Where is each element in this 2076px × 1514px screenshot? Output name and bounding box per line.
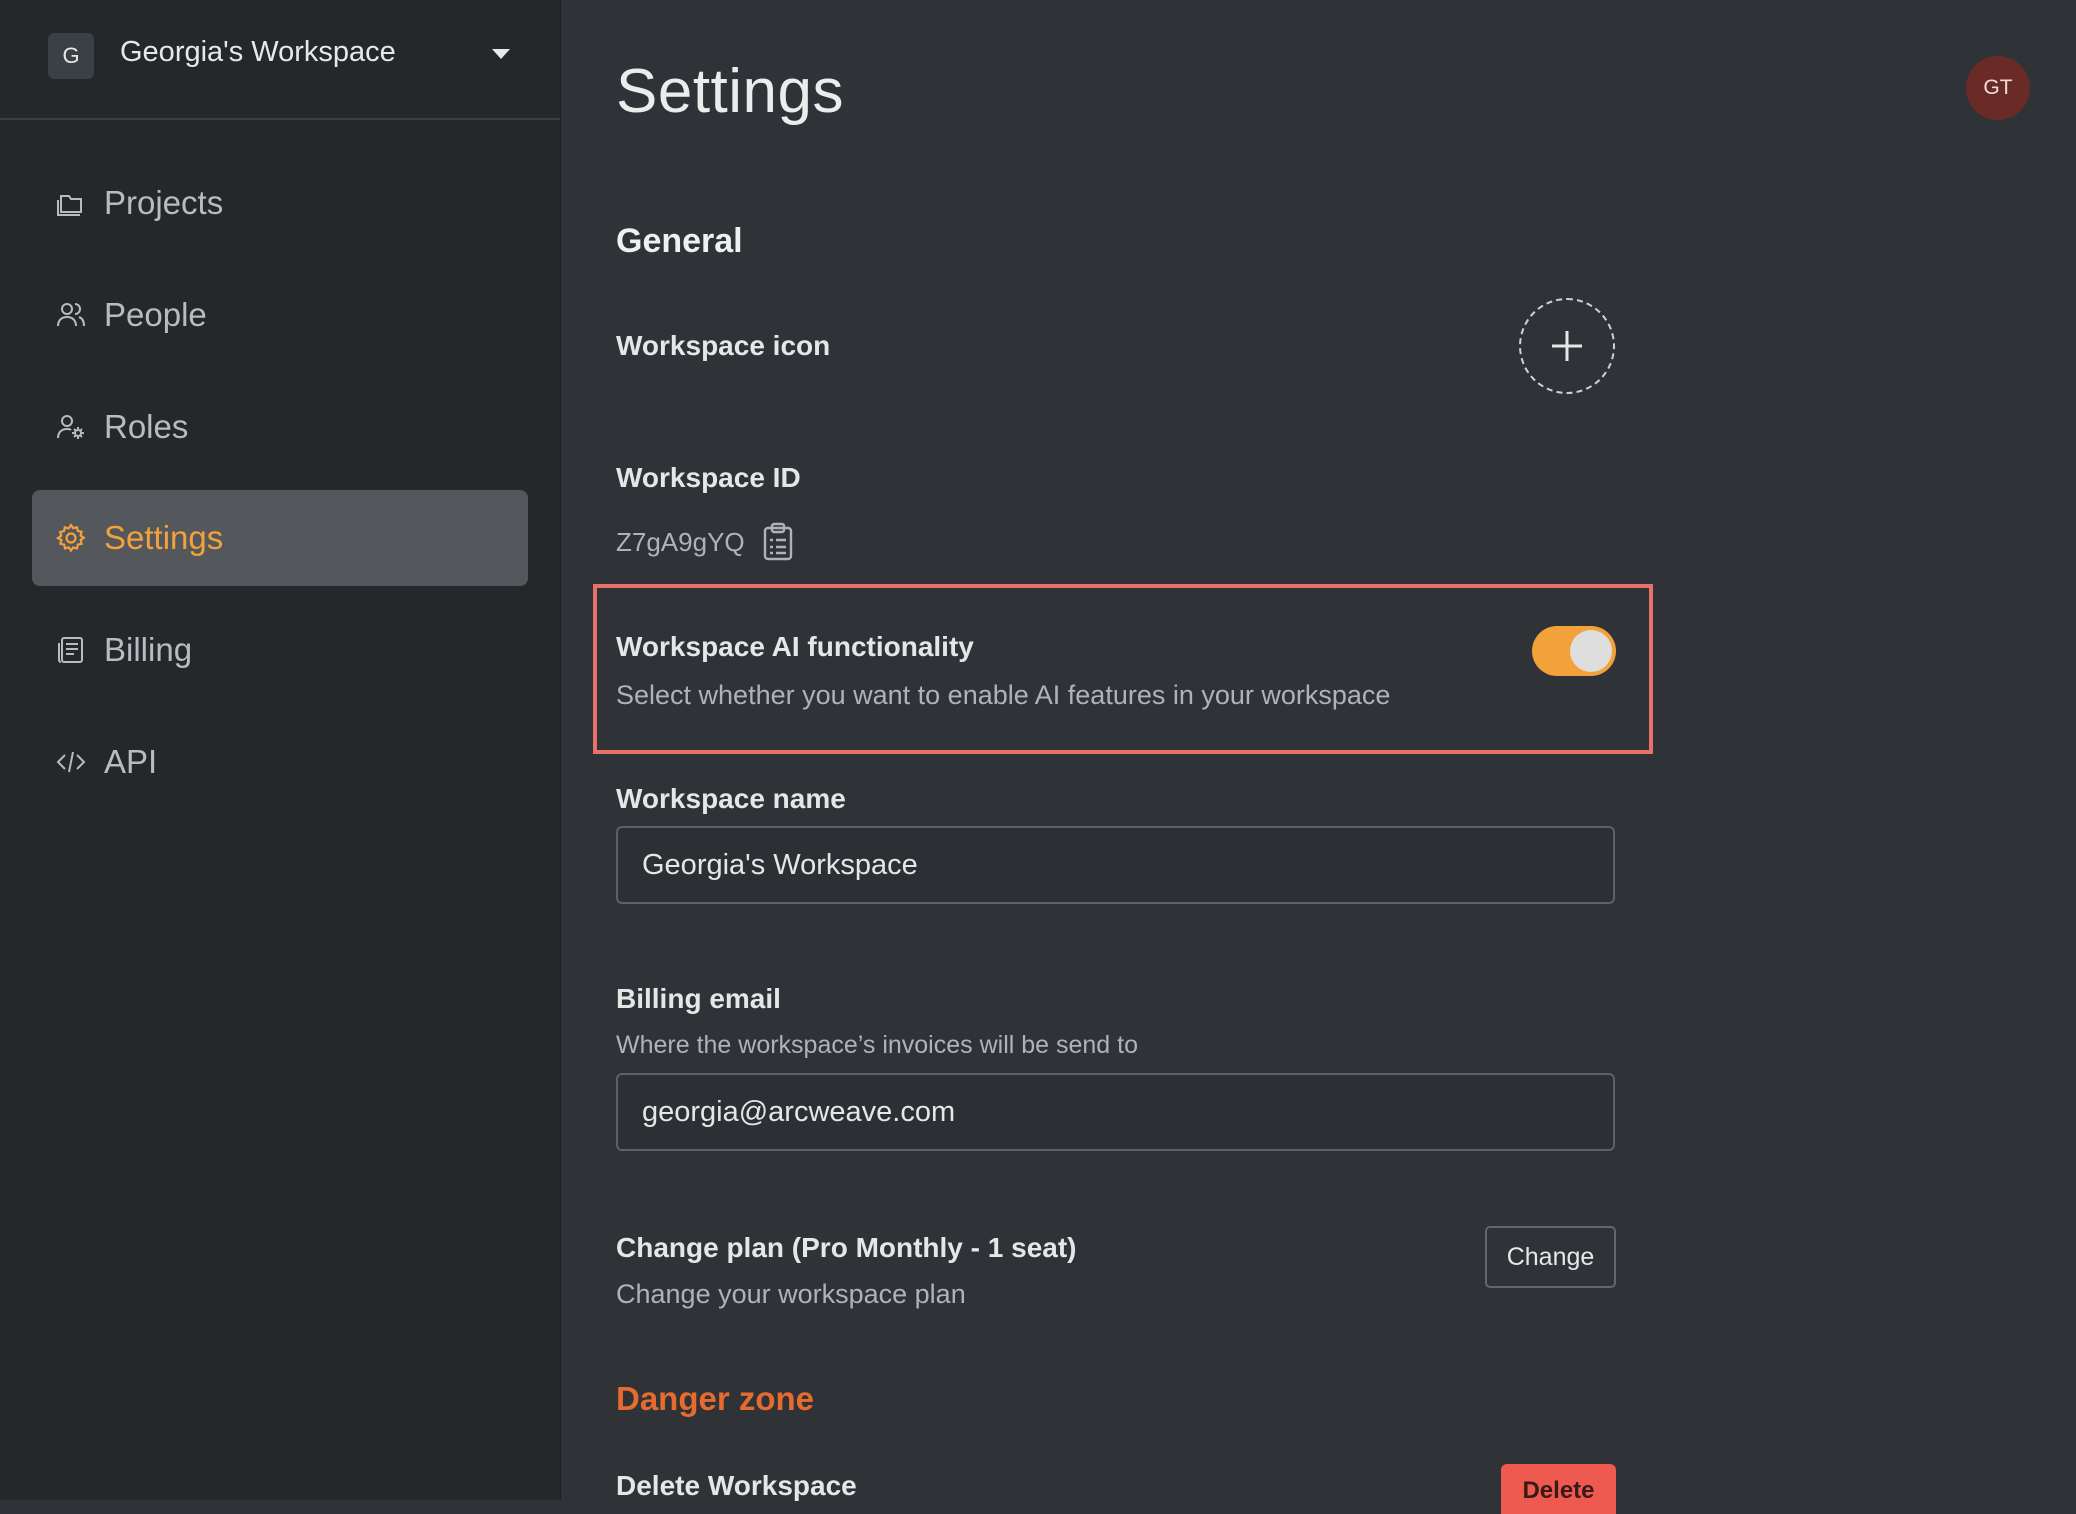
workspace-name-input[interactable] (616, 826, 1615, 904)
change-plan-label: Change plan (Pro Monthly - 1 seat) (616, 1232, 1077, 1263)
sidebar-item-label: Projects (104, 184, 224, 221)
billing-email-label: Billing email (616, 983, 781, 1014)
sidebar-item-label: Roles (104, 408, 189, 445)
ai-functionality-label: Workspace AI functionality (616, 631, 974, 662)
workspace-id-value: Z7gA9gYQ (616, 527, 745, 557)
ai-functionality-highlight (593, 584, 1653, 754)
danger-zone-heading: Danger zone (616, 1380, 815, 1417)
main-content: Settings GT General Workspace icon Works… (561, 0, 2076, 1514)
plus-icon (1552, 331, 1582, 361)
workspace-switcher[interactable]: G Georgia's Workspace (0, 0, 560, 120)
workspace-name: Georgia's Workspace (120, 36, 396, 68)
sidebar-item-label: Settings (104, 519, 224, 556)
change-plan-description: Change your workspace plan (616, 1279, 966, 1309)
sidebar-item-label: API (104, 743, 158, 780)
billing-icon (54, 633, 88, 667)
people-icon (54, 298, 88, 332)
workspace-avatar: G (48, 33, 94, 79)
roles-icon (54, 410, 88, 444)
billing-email-description: Where the workspace’s invoices will be s… (616, 1031, 1139, 1059)
sidebar-item-label: People (104, 296, 207, 333)
change-plan-button[interactable]: Change (1485, 1226, 1616, 1288)
sidebar-item-billing[interactable]: Billing (32, 602, 528, 698)
billing-email-input[interactable] (616, 1073, 1615, 1151)
sidebar-item-api[interactable]: API (32, 714, 528, 810)
caret-down-icon (492, 49, 510, 59)
workspace-name-label: Workspace name (616, 783, 846, 814)
sidebar: G Georgia's Workspace Projects People Ro… (0, 0, 561, 1500)
sidebar-item-projects[interactable]: Projects (32, 155, 528, 251)
workspace-id-label: Workspace ID (616, 462, 801, 493)
sidebar-item-label: Billing (104, 631, 193, 668)
clipboard-copy-icon[interactable] (760, 522, 796, 562)
general-heading: General (616, 222, 743, 260)
projects-icon (54, 186, 88, 220)
code-icon (54, 745, 88, 779)
page-title: Settings (616, 57, 845, 126)
user-avatar[interactable]: GT (1966, 56, 2030, 120)
sidebar-item-settings[interactable]: Settings (32, 490, 528, 586)
workspace-icon-upload-button[interactable] (1519, 298, 1615, 394)
sidebar-item-people[interactable]: People (32, 267, 528, 363)
ai-functionality-description: Select whether you want to enable AI fea… (616, 680, 1391, 710)
sidebar-item-roles[interactable]: Roles (32, 379, 528, 475)
delete-workspace-label: Delete Workspace (616, 1470, 857, 1501)
gear-icon (54, 521, 88, 555)
toggle-knob (1570, 630, 1612, 672)
workspace-icon-label: Workspace icon (616, 330, 831, 361)
delete-workspace-button[interactable]: Delete (1501, 1464, 1616, 1514)
ai-functionality-toggle[interactable] (1532, 626, 1616, 676)
